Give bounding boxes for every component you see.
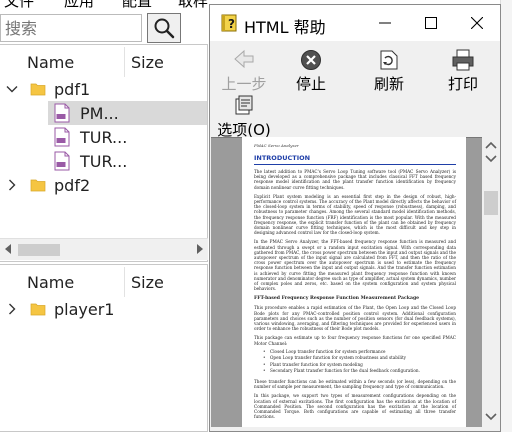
pdf-file-icon (54, 103, 70, 123)
maximize-button[interactable] (408, 5, 454, 41)
doc-paragraph: In the PMAC Servo Analyzer, the FFT-base… (254, 239, 456, 292)
close-icon (471, 17, 483, 29)
menubar: 文件 应用 配置 取样 (0, 0, 210, 8)
back-arrow-icon (234, 49, 254, 69)
tree-row-file-selected[interactable]: PM... (48, 101, 207, 125)
title-bar[interactable]: ? HTML 帮助 (210, 5, 500, 41)
doc-subheading: FFT-based Frequency Response Function Me… (254, 296, 420, 302)
menu-app[interactable]: 应用 (64, 0, 94, 8)
pdf-file-icon (54, 127, 70, 147)
pdf-file-icon (54, 151, 70, 171)
printer-icon (452, 49, 474, 71)
chevron-down-icon[interactable] (6, 83, 18, 95)
scroll-right-icon[interactable] (196, 244, 204, 254)
print-label: 打印 (447, 75, 478, 93)
search-icon (154, 18, 175, 39)
doc-paragraph: In this package, we support two types of… (254, 393, 456, 420)
tree-row-file[interactable]: TUR... (48, 149, 207, 173)
window-title: HTML 帮助 (244, 18, 326, 37)
minimize-icon (379, 22, 391, 24)
chevron-right-icon[interactable] (6, 303, 18, 315)
doc-paragraph: The latest addition to PMAC's Servo Loop… (254, 169, 456, 190)
document-page[interactable]: PMAC Servo Analyzer INTRODUCTION The lat… (242, 137, 466, 427)
maximize-icon (425, 17, 437, 29)
doc-header: PMAC Servo Analyzer (254, 143, 299, 148)
doc-paragraph: Explicit Plant system modeling is an ess… (254, 193, 456, 236)
search-input[interactable] (0, 14, 142, 42)
column-separator[interactable] (124, 47, 125, 77)
doc-list-item: Secondary Plant transfer function for th… (263, 368, 456, 375)
tree-label: PM... (80, 104, 119, 123)
right-edge-strip (500, 0, 512, 432)
menu-sample[interactable]: 取样 (178, 0, 208, 8)
doc-paragraph: This package can estimate up to four fre… (254, 335, 456, 346)
player-tree-pane: Name Size player1 (0, 264, 208, 432)
minimize-button[interactable] (362, 5, 408, 41)
folder-icon (30, 179, 46, 192)
html-help-window: ? HTML 帮助 上一步 停止 刷新 打印 选项(O) PMAC Servo … (209, 4, 501, 432)
doc-paragraph: This procedure enables a rapid estimatio… (254, 305, 456, 332)
scroll-down-icon[interactable] (485, 155, 497, 163)
back-button[interactable]: 上一步 (216, 47, 272, 93)
stop-button[interactable]: 停止 (286, 47, 336, 93)
tree-row-player1[interactable]: player1 (0, 297, 207, 321)
scroll-up-icon[interactable] (485, 141, 497, 149)
scroll-left-icon[interactable] (4, 244, 12, 254)
print-button[interactable]: 打印 (438, 47, 488, 93)
tree-row-pdf1[interactable]: pdf1 (0, 77, 207, 101)
scrollbar-thumb[interactable] (484, 191, 498, 215)
column-header-name[interactable]: Name (27, 53, 74, 72)
tree-row-file[interactable]: TUR... (48, 125, 207, 149)
folder-icon (30, 303, 46, 316)
scroll-down-icon[interactable] (485, 413, 497, 421)
column-separator[interactable] (124, 267, 125, 297)
folder-icon (30, 83, 46, 96)
doc-bullet-list: Closed Loop transfer function for system… (263, 349, 456, 375)
back-label: 上一步 (221, 75, 267, 93)
search-button[interactable] (147, 13, 181, 43)
tree-row-pdf2[interactable]: pdf2 (0, 173, 207, 197)
stop-icon (301, 50, 321, 70)
tree-label: player1 (54, 300, 115, 319)
help-book-icon: ? (221, 14, 237, 32)
tree-label: pdf2 (54, 176, 91, 195)
column-header-size[interactable]: Size (131, 53, 164, 72)
refresh-icon (380, 50, 398, 70)
vertical-scrollbar[interactable] (482, 137, 500, 427)
chevron-right-icon[interactable] (6, 179, 18, 191)
column-header-name[interactable]: Name (27, 273, 74, 292)
tree-label: pdf1 (54, 80, 91, 99)
close-button[interactable] (454, 5, 500, 41)
menu-config[interactable]: 配置 (122, 0, 152, 8)
scrollbar-thumb[interactable] (18, 244, 60, 256)
options-icon (235, 95, 253, 115)
tree-label: TUR... (80, 152, 128, 171)
doc-paragraph: These transfer functions can be estimate… (254, 378, 456, 390)
tree-label: TUR... (80, 128, 128, 147)
stop-label: 停止 (295, 75, 326, 93)
column-header-size[interactable]: Size (131, 273, 164, 292)
options-button[interactable]: 选项(O) (216, 93, 272, 139)
refresh-label: 刷新 (373, 75, 404, 93)
doc-heading: INTRODUCTION (254, 154, 456, 165)
file-tree-pane: Name Size pdf1 PM... TUR... TUR... pdf2 (0, 44, 208, 262)
refresh-button[interactable]: 刷新 (364, 47, 414, 93)
menu-file[interactable]: 文件 (4, 0, 34, 8)
svg-text:?: ? (228, 17, 235, 31)
